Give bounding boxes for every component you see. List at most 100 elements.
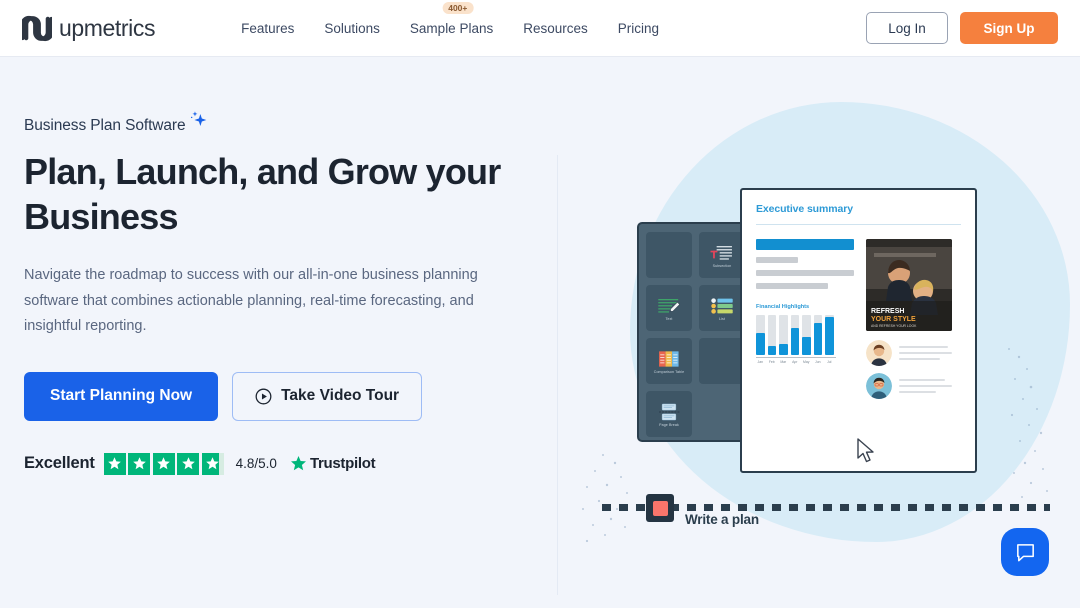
contact-list [866,340,952,399]
arrow-cursor-icon [857,438,874,463]
star-4 [177,452,200,475]
tool-tile-blank-1[interactable] [646,232,692,278]
star-3 [152,452,175,475]
chart-tick: Apr [792,360,798,364]
trustpilot-name: Trustpilot [309,455,376,472]
chart-tick: Feb [768,360,775,364]
tool-tile-comparison-table[interactable]: Comparison Table [646,338,692,384]
chart-tick: Jan [757,360,763,364]
tile-label: Subsection [712,264,732,269]
star-1 [103,452,126,475]
tile-label: Text [665,317,673,322]
tool-tile-subsection[interactable]: Subsection [699,232,745,278]
document-body: Financial Highlights Jan Feb Mar Apr May… [756,239,961,399]
auth-actions: Log In Sign Up [866,12,1058,44]
trustpilot-rating[interactable]: Excellent 4.8/5.0 Trustpilot [24,452,524,475]
video-tour-label: Take Video Tour [281,387,400,404]
chart-tick: Jul [827,360,832,364]
text-placeholder-line [756,270,854,276]
contact-text-lines [899,378,952,394]
hero-eyebrow: Business Plan Software [24,117,186,134]
document-divider [756,224,961,225]
nav-label: Features [241,20,295,36]
tool-tile-page-break[interactable]: Page Break [646,391,692,437]
comparison-table-icon [659,351,679,367]
subsection-icon [710,246,732,260]
svg-text:YOUR STYLE: YOUR STYLE [871,316,916,323]
avatar [866,340,892,366]
document-preview: Executive summary Financial Highlights J… [740,188,977,473]
nav-item-sample-plans[interactable]: 400+ Sample Plans [409,1,494,40]
chart-x-labels: Jan Feb Mar Apr May Jun Jul [756,360,854,364]
document-title: Executive summary [756,203,853,215]
photo-card: REFRESH YOUR STYLE AND REFRESH YOUR LOOK [866,239,952,331]
chart-tick: Mar [780,360,787,364]
brand-logo[interactable]: upmetrics [22,14,155,43]
write-a-plan-marker [646,494,674,522]
avatar [866,373,892,399]
chart-title: Financial Highlights [756,304,810,310]
upmetrics-m-logo-icon [22,15,52,41]
page-title: Plan, Launch, and Grow your Business [24,151,501,237]
chart-bar [756,315,765,355]
svg-text:AND REFRESH YOUR LOOK: AND REFRESH YOUR LOOK [871,324,917,328]
chart-bar [767,315,776,355]
trustpilot-star-icon [290,456,306,471]
write-a-plan-marker-inner [652,500,668,516]
tool-panel-grid: Subsection Text List Comparison Table Pa… [646,232,745,437]
rating-word: Excellent [24,454,95,472]
page-break-icon [659,403,680,421]
contact-row [866,340,952,366]
rating-score: 4.8/5.0 [235,456,277,471]
login-button[interactable]: Log In [866,12,948,44]
brand-name: upmetrics [59,14,156,41]
trustpilot-brand: Trustpilot [290,455,376,472]
take-video-tour-button[interactable]: Take Video Tour [232,371,423,421]
tool-tile-list[interactable]: List [699,285,745,331]
start-planning-button[interactable]: Start Planning Now [24,371,219,421]
tool-tile-text[interactable]: Text [646,285,692,331]
text-icon [658,299,681,313]
star-5 [201,452,224,475]
contact-row [866,373,952,399]
nav-label: Pricing [617,20,660,36]
hero-section: Business Plan Software Plan, Launch, and… [0,57,1080,608]
chart-bar [802,315,811,355]
chat-widget-button[interactable] [1001,528,1049,576]
signup-button[interactable]: Sign Up [960,12,1058,44]
chat-bubble-icon [1016,543,1034,561]
sample-plans-badge: 400+ [442,1,474,14]
nav-label: Sample Plans [409,20,494,36]
document-text-column: Financial Highlights Jan Feb Mar Apr May… [756,239,854,399]
hero-copy: Business Plan Software Plan, Launch, and… [24,111,524,475]
chart-axis-line [756,357,836,358]
nav-item-solutions[interactable]: Solutions [324,17,380,40]
chart-tick: Jun [815,360,821,364]
main-nav: Features Solutions 400+ Sample Plans Res… [241,1,659,40]
chart-bar [813,315,822,355]
nav-label: Solutions [324,20,380,36]
avatar-person-2-icon [866,373,892,399]
hero-illustration: Subsection Text List Comparison Table Pa… [557,57,1080,608]
nav-item-resources[interactable]: Resources [523,17,588,40]
financial-highlights-chart [756,315,854,355]
star-2 [128,452,151,475]
write-a-plan-label: Write a plan [685,512,759,527]
avatar-person-1-icon [866,340,892,366]
play-circle-icon [255,388,272,404]
barber-photo-illustration: REFRESH YOUR STYLE AND REFRESH YOUR LOOK [866,239,952,331]
list-icon [711,298,733,314]
nav-item-features[interactable]: Features [241,17,294,40]
star-rating [103,452,224,475]
chart-bar [825,315,834,355]
tool-panel: Subsection Text List Comparison Table Pa… [637,222,754,442]
nav-item-pricing[interactable]: Pricing [618,17,659,40]
tile-label: Comparison Table [653,370,685,375]
text-placeholder-line [756,257,798,263]
tile-label: List [719,317,725,322]
tile-label: Page Break [659,423,679,428]
chart-tick: May [803,360,810,364]
chart-bar [790,315,799,355]
hero-cta-group: Start Planning Now Take Video Tour [24,371,524,421]
tool-tile-blank-2[interactable] [699,338,745,384]
